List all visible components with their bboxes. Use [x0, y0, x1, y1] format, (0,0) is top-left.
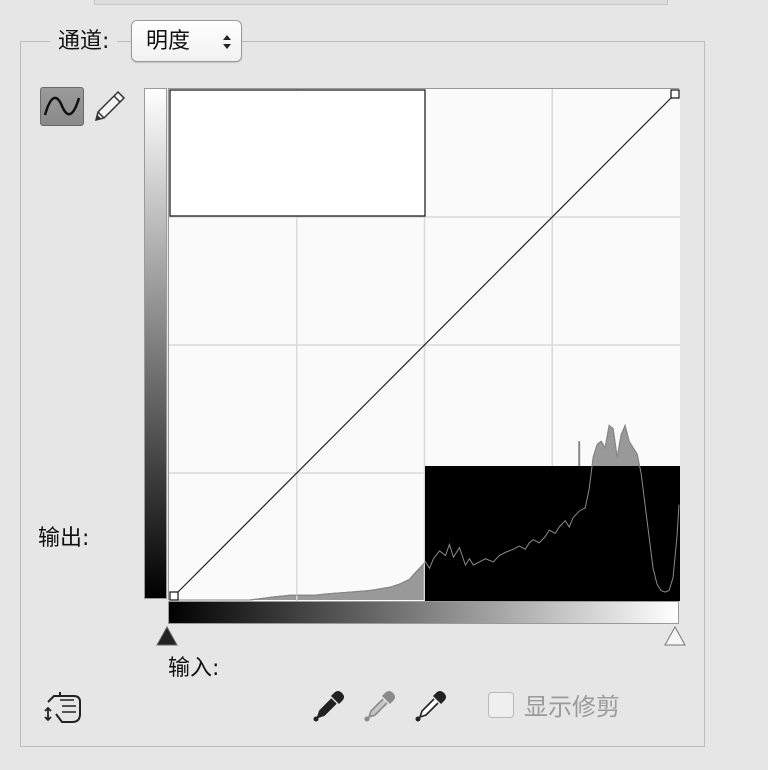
show-clipping-label: 显示修剪	[524, 693, 620, 721]
show-clipping-checkbox[interactable]	[488, 692, 514, 718]
pencil-icon	[94, 90, 126, 122]
curve-icon	[43, 96, 81, 116]
eyedropper-gray-icon	[364, 691, 395, 722]
white-point-eyedropper[interactable]	[414, 689, 448, 723]
targeted-adjust-button[interactable]	[44, 690, 84, 726]
clipping-block-black	[425, 466, 680, 601]
gray-point-eyedropper[interactable]	[363, 689, 397, 723]
black-point-eyedropper[interactable]	[312, 689, 346, 723]
top-strip	[94, 0, 668, 5]
input-label: 输入:	[168, 656, 220, 681]
triangle-white-icon	[664, 625, 686, 646]
eyedropper-black-icon	[313, 691, 344, 722]
eyedropper-white-icon	[415, 691, 446, 722]
curve-point-black	[169, 591, 179, 601]
white-input-slider[interactable]	[664, 625, 686, 646]
input-gradient-bar	[168, 601, 679, 624]
black-input-slider[interactable]	[156, 625, 178, 646]
curves-graph[interactable]	[168, 88, 680, 601]
channel-label: 通道:	[50, 27, 118, 57]
channel-select[interactable]: 明度	[131, 20, 242, 62]
curve-point-white	[670, 89, 680, 99]
curves-graph-canvas	[169, 89, 680, 601]
output-gradient-bar	[144, 88, 167, 599]
channel-select-value: 明度	[146, 29, 191, 54]
triangle-black-icon	[156, 625, 178, 646]
output-label: 输出:	[38, 526, 90, 551]
clipping-block-white	[169, 89, 426, 217]
hand-pointer-icon	[44, 692, 81, 723]
curve-tool-button[interactable]	[40, 87, 84, 126]
select-arrows-icon	[223, 35, 231, 49]
pencil-tool-button[interactable]	[92, 88, 128, 124]
